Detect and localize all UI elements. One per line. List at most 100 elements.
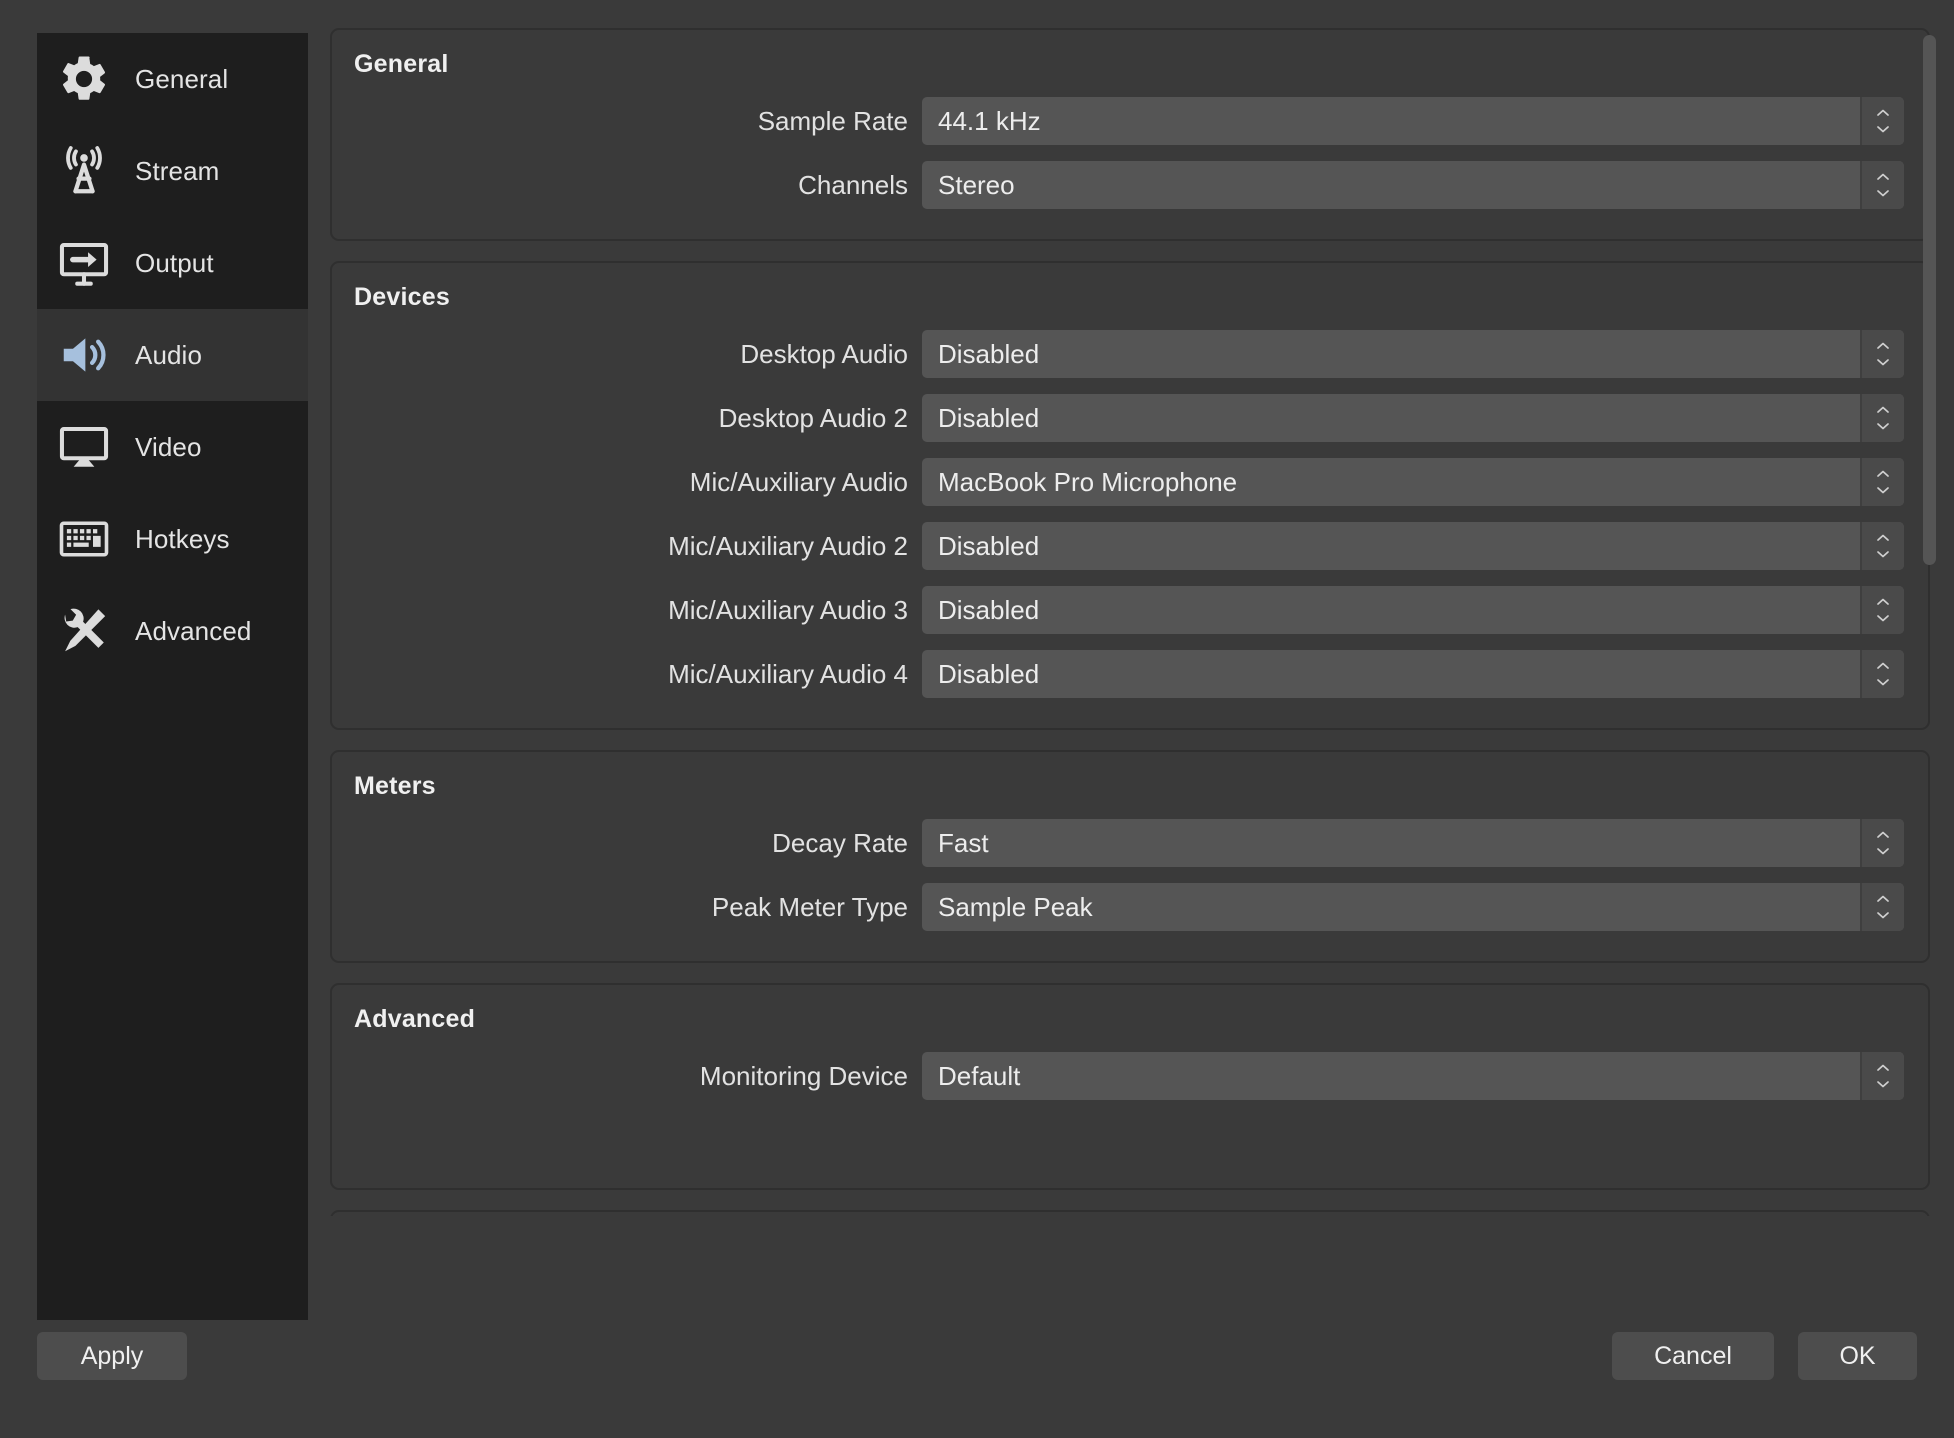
setting-label: Peak Meter Type [711,891,908,922]
apply-button[interactable]: Apply [37,1332,187,1380]
sidebar-item-label: Audio [135,339,202,370]
setting-row-mic-aux-audio-4: Mic/Auxiliary Audio 4 Disabled [332,642,1904,706]
section-devices: Devices Desktop Audio Disabled Desktop A… [330,261,1930,730]
sidebar-item-label: Hotkeys [135,523,230,554]
speaker-icon [53,324,115,386]
sidebar-item-label: Video [135,431,202,462]
setting-row-channels: Channels Stereo [332,153,1904,217]
setting-label: Mic/Auxiliary Audio 3 [668,594,908,625]
desktop-audio-combobox[interactable]: Disabled [922,330,1904,378]
settings-sidebar: General Stream Output Audio Video Hotkey… [37,33,308,1320]
settings-content: General Sample Rate 44.1 kHz Channels St… [330,28,1930,1216]
decay-rate-combobox[interactable]: Fast [922,819,1904,867]
stepper-arrows[interactable] [1860,97,1904,145]
combobox-value: Disabled [938,658,1040,689]
stepper-arrows[interactable] [1860,883,1904,931]
combobox-value: Stereo [938,169,1015,200]
combobox-value: Default [938,1060,1021,1091]
mic-aux-audio-4-combobox[interactable]: Disabled [922,650,1904,698]
combobox-value: Disabled [938,338,1040,369]
sidebar-item-label: Output [135,247,214,278]
stepper-arrows[interactable] [1860,650,1904,698]
combobox-value: Sample Peak [938,891,1093,922]
section-meters: Meters Decay Rate Fast Peak Meter Type S… [330,750,1930,963]
setting-row-monitoring-device: Monitoring Device Default [332,1044,1904,1108]
peak-meter-type-combobox[interactable]: Sample Peak [922,883,1904,931]
mic-aux-audio-combobox[interactable]: MacBook Pro Microphone [922,458,1904,506]
desktop-audio-2-combobox[interactable]: Disabled [922,394,1904,442]
section-title: General [354,50,449,78]
ok-button[interactable]: OK [1798,1332,1917,1380]
section-general: General Sample Rate 44.1 kHz Channels St… [330,28,1930,241]
section-hotkeys: Hotkeys [330,1210,1930,1216]
setting-label: Desktop Audio [740,338,908,369]
combobox-value: MacBook Pro Microphone [938,466,1238,497]
gear-icon [53,48,115,110]
section-title: Advanced [354,1005,476,1033]
combobox-value: Disabled [938,530,1040,561]
setting-row-desktop-audio: Desktop Audio Disabled [332,322,1904,386]
setting-label: Mic/Auxiliary Audio [689,466,908,497]
stepper-arrows[interactable] [1860,586,1904,634]
setting-label: Monitoring Device [699,1060,908,1091]
section-body: Desktop Audio Disabled Desktop Audio 2 D… [332,312,1928,728]
settings-dialog: General Stream Output Audio Video Hotkey… [0,0,1954,1438]
stepper-arrows[interactable] [1860,161,1904,209]
monitor-icon [53,416,115,478]
content-scrollbar[interactable] [1920,28,1938,1216]
tools-icon [53,600,115,662]
stepper-arrows[interactable] [1860,458,1904,506]
keyboard-icon [53,508,115,570]
section-body: Monitoring Device Default [332,1034,1928,1130]
combobox-value: 44.1 kHz [938,105,1041,136]
sample-rate-combobox[interactable]: 44.1 kHz [922,97,1904,145]
section-title: Devices [354,283,450,311]
stepper-arrows[interactable] [1860,1052,1904,1100]
setting-label: Sample Rate [757,105,908,136]
sidebar-item-general[interactable]: General [37,33,308,125]
section-advanced: Advanced Monitoring Device Default [330,983,1930,1190]
setting-row-peak-meter-type: Peak Meter Type Sample Peak [332,875,1904,939]
stepper-arrows[interactable] [1860,330,1904,378]
settings-content-scroll-area[interactable]: General Sample Rate 44.1 kHz Channels St… [330,28,1930,1216]
monitoring-device-combobox[interactable]: Default [922,1052,1904,1100]
setting-label: Mic/Auxiliary Audio 4 [668,658,908,689]
combobox-value: Disabled [938,594,1040,625]
combobox-value: Disabled [938,402,1040,433]
mic-aux-audio-3-combobox[interactable]: Disabled [922,586,1904,634]
stepper-arrows[interactable] [1860,819,1904,867]
setting-row-mic-aux-audio-2: Mic/Auxiliary Audio 2 Disabled [332,514,1904,578]
sidebar-item-audio[interactable]: Audio [37,309,308,401]
output-icon [53,232,115,294]
setting-row-mic-aux-audio-3: Mic/Auxiliary Audio 3 Disabled [332,578,1904,642]
sidebar-item-video[interactable]: Video [37,401,308,493]
setting-row-desktop-audio-2: Desktop Audio 2 Disabled [332,386,1904,450]
sidebar-item-label: General [135,63,229,94]
combobox-value: Fast [938,827,989,858]
section-body: Decay Rate Fast Peak Meter Type Sample P… [332,801,1928,961]
setting-label: Desktop Audio 2 [718,402,908,433]
setting-label: Channels [798,169,908,200]
broadcast-icon [53,140,115,202]
sidebar-item-stream[interactable]: Stream [37,125,308,217]
sidebar-item-output[interactable]: Output [37,217,308,309]
setting-row-sample-rate: Sample Rate 44.1 kHz [332,89,1904,153]
cancel-button[interactable]: Cancel [1612,1332,1774,1380]
sidebar-item-label: Stream [135,155,220,186]
setting-label: Decay Rate [772,827,908,858]
setting-label: Mic/Auxiliary Audio 2 [668,530,908,561]
channels-combobox[interactable]: Stereo [922,161,1904,209]
section-title: Hotkeys [332,1212,1928,1216]
setting-row-decay-rate: Decay Rate Fast [332,811,1904,875]
scrollbar-thumb[interactable] [1923,35,1936,565]
stepper-arrows[interactable] [1860,522,1904,570]
setting-row-mic-aux-audio: Mic/Auxiliary Audio MacBook Pro Micropho… [332,450,1904,514]
section-body: Sample Rate 44.1 kHz Channels Stereo [332,79,1928,239]
section-title: Meters [354,772,436,800]
sidebar-item-label: Advanced [135,615,252,646]
stepper-arrows[interactable] [1860,394,1904,442]
mic-aux-audio-2-combobox[interactable]: Disabled [922,522,1904,570]
sidebar-item-advanced[interactable]: Advanced [37,585,308,677]
dialog-footer: Apply Cancel OK [0,1296,1954,1438]
sidebar-item-hotkeys[interactable]: Hotkeys [37,493,308,585]
